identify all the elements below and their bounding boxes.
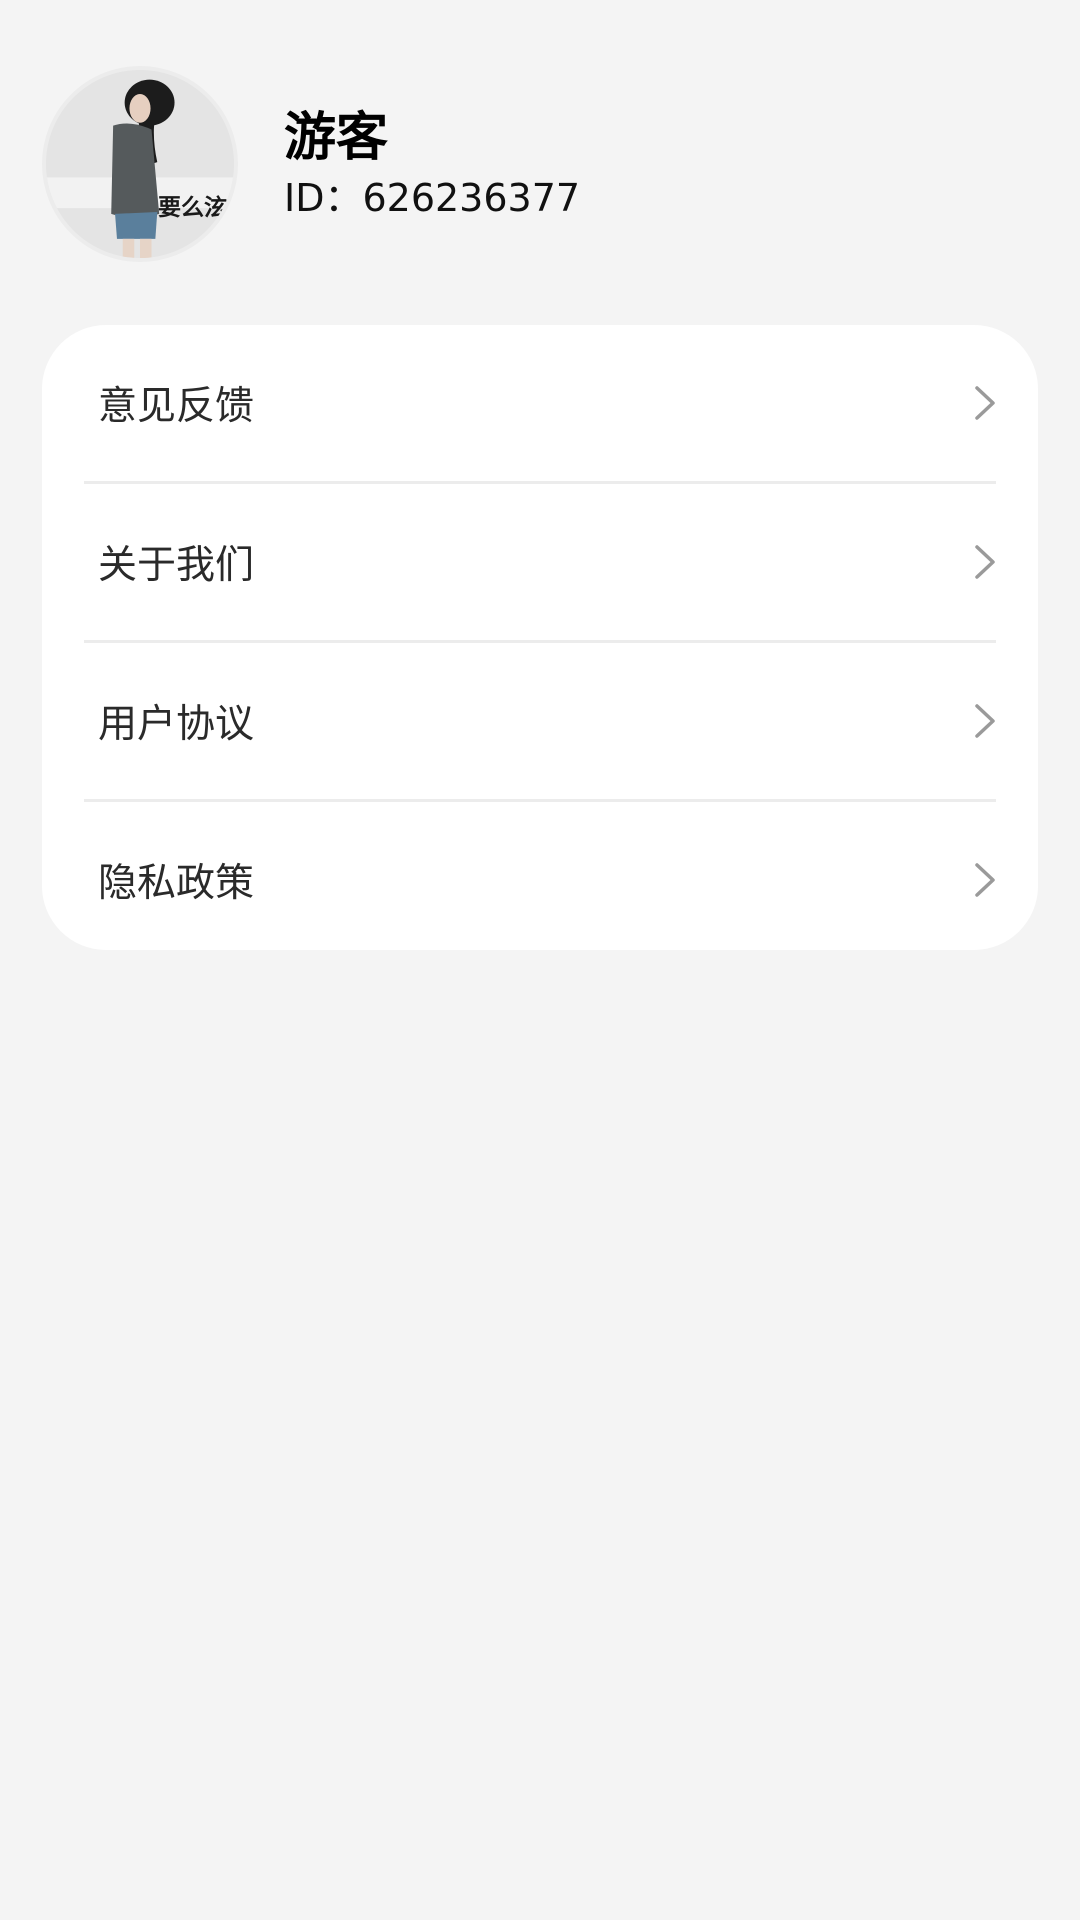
- menu-item-feedback[interactable]: 意见反馈: [84, 325, 996, 481]
- avatar[interactable]: 要么泫: [42, 66, 238, 262]
- chevron-right-icon: [975, 863, 995, 897]
- chevron-right-icon: [975, 704, 995, 738]
- user-id: ID：626236377: [284, 175, 580, 221]
- menu-item-user-agreement[interactable]: 用户协议: [84, 640, 996, 799]
- username: 游客: [284, 108, 389, 168]
- menu-item-label: 意见反馈: [98, 384, 255, 429]
- chevron-right-icon: [975, 545, 995, 579]
- menu-item-label: 关于我们: [98, 543, 255, 588]
- profile-info: 游客 ID：626236377: [284, 107, 580, 221]
- menu-item-label: 隐私政策: [98, 861, 255, 906]
- menu-item-label: 用户协议: [98, 702, 255, 747]
- menu-item-privacy-policy[interactable]: 隐私政策: [84, 799, 996, 958]
- menu-item-about-us[interactable]: 关于我们: [84, 481, 996, 640]
- user-id-value: 626236377: [362, 176, 581, 220]
- avatar-caption: 要么泫: [158, 195, 227, 221]
- chevron-right-icon: [975, 386, 995, 420]
- avatar-photo: [46, 70, 234, 258]
- profile-header: 要么泫 游客 ID：626236377: [42, 66, 580, 262]
- settings-menu-card: 意见反馈 关于我们 用户协议 隐私政策: [42, 325, 1038, 950]
- user-id-label: ID：: [284, 176, 363, 220]
